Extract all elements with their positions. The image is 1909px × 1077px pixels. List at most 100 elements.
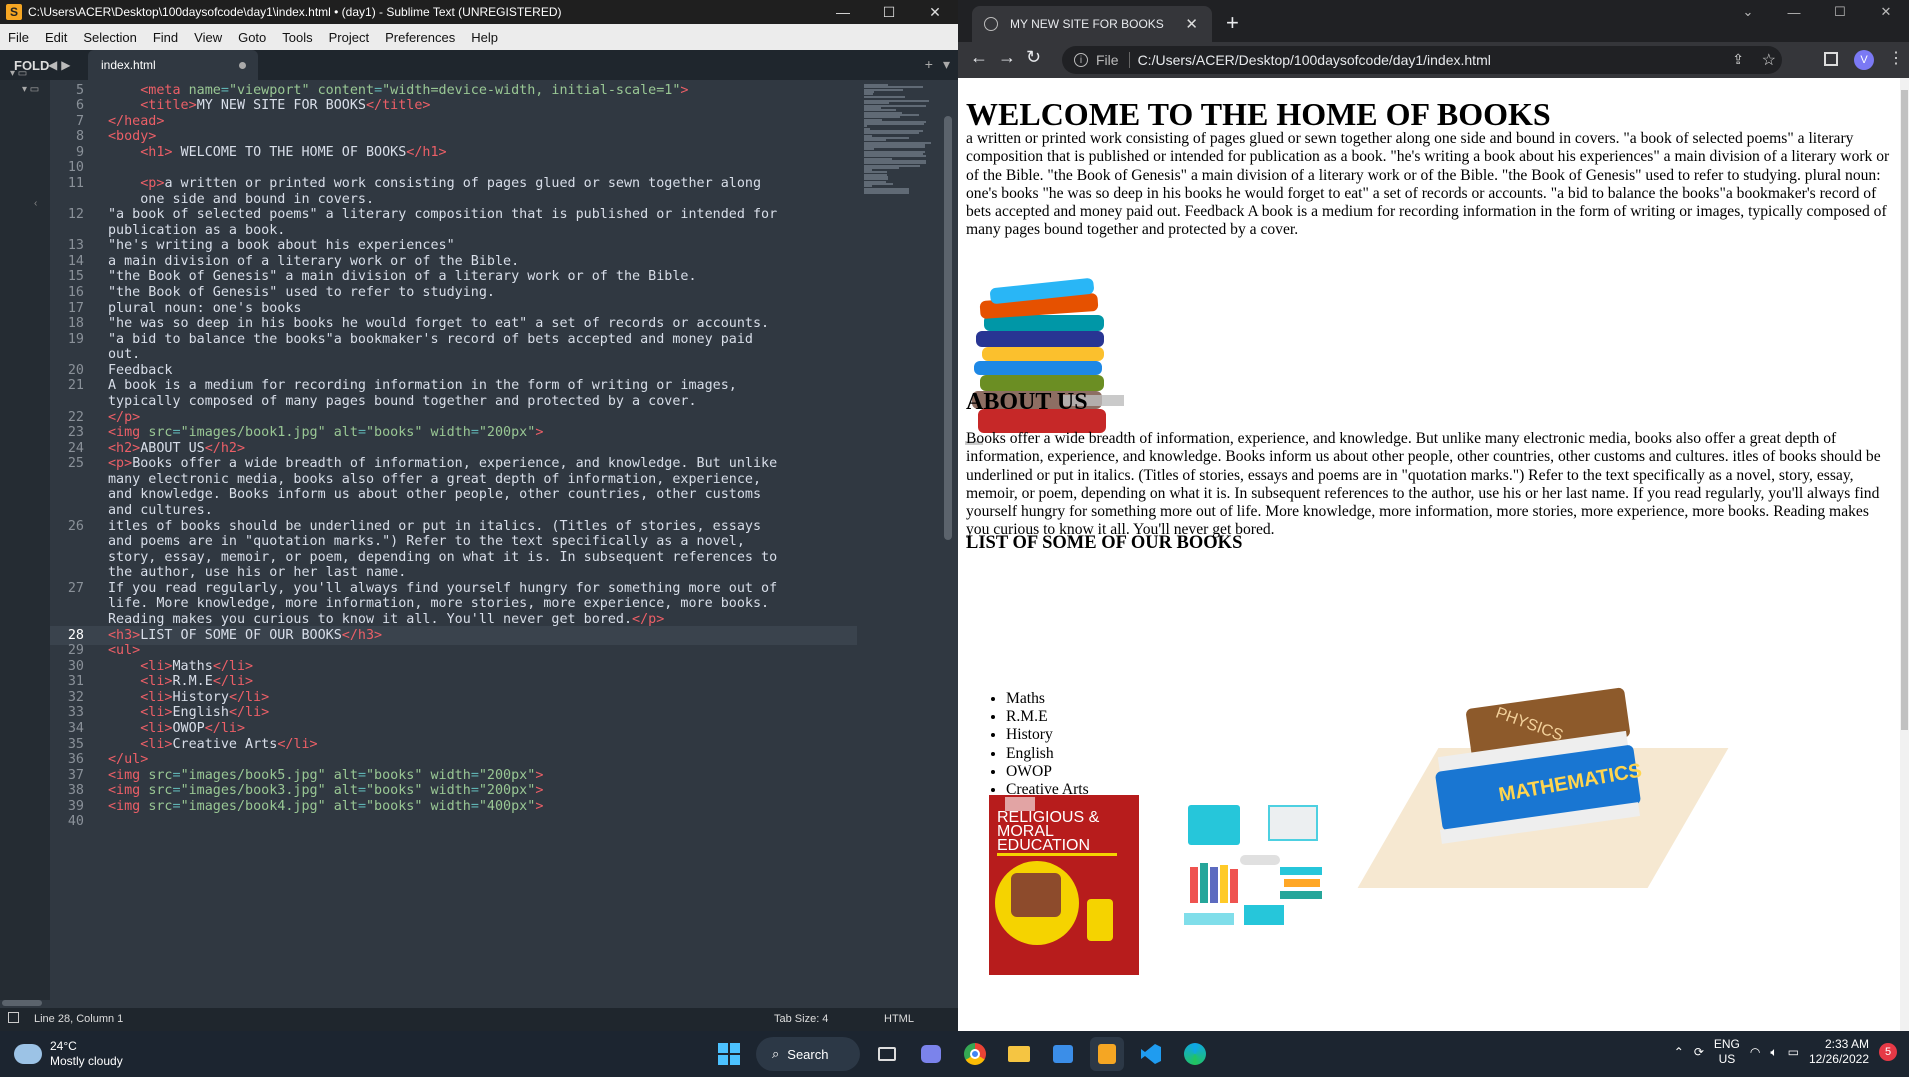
line-number: 40: [67, 814, 84, 830]
chrome-minimize-button[interactable]: —: [1771, 0, 1817, 24]
status-position: Line 28, Column 1: [34, 1013, 124, 1025]
status-syntax[interactable]: HTML: [884, 1013, 914, 1025]
maths-physics-books-image: PHYSICS MATHEMATICS: [1357, 687, 1758, 898]
close-button[interactable]: ✕: [912, 0, 958, 24]
chrome-window-controls: ⌄ — ☐ ✕: [1725, 0, 1909, 24]
code-text[interactable]: <h3>LIST OF SOME OF OUR BOOKS</h3>: [108, 626, 382, 645]
tab-label: index.html: [101, 58, 156, 72]
unsaved-dot-icon[interactable]: [239, 62, 246, 69]
tab-search-chevron-icon[interactable]: ⌄: [1725, 0, 1771, 24]
page-scrollbar[interactable]: [1900, 78, 1909, 1031]
taskbar-search[interactable]: ⌕ Search: [756, 1037, 860, 1071]
menu-project[interactable]: Project: [321, 30, 377, 45]
system-tray: ⌃ ⟳ ENG US ◠ 🔈︎ ▭ 2:33 AM 12/26/2022 5: [1674, 1037, 1897, 1067]
minimap[interactable]: [862, 84, 942, 204]
bookmark-star-icon[interactable]: ☆: [1762, 50, 1776, 70]
line-number: 25: [67, 456, 84, 472]
side-panel-icon[interactable]: [1824, 52, 1838, 66]
menu-selection[interactable]: Selection: [75, 30, 144, 45]
editor-vertical-scrollbar[interactable]: [944, 116, 952, 540]
browser-tab[interactable]: MY NEW SITE FOR BOOKS ✕: [972, 6, 1212, 42]
reload-icon[interactable]: ↻: [1026, 47, 1041, 68]
volume-icon[interactable]: 🔈︎: [1770, 1045, 1777, 1060]
minimap-line: [864, 123, 924, 126]
menu-file[interactable]: File: [0, 30, 37, 45]
status-tab-size[interactable]: Tab Size: 4: [774, 1013, 828, 1025]
chrome-toolbar: ← → ↻ i File C:/Users/ACER/Desktop/100da…: [958, 42, 1909, 78]
new-tab-button[interactable]: +: [1226, 10, 1239, 36]
tab-prev-icon[interactable]: ◀: [48, 58, 57, 72]
code-text[interactable]: typically composed of many pages bound t…: [108, 392, 697, 411]
notification-badge[interactable]: 5: [1879, 1043, 1897, 1061]
editor-horizontal-scrollbar[interactable]: [2, 1000, 42, 1006]
start-windows-icon[interactable]: [712, 1037, 746, 1071]
about-heading: ABOUT US: [966, 389, 1088, 415]
line-number: 11: [67, 175, 84, 191]
minimap-line: [864, 132, 919, 135]
chrome-restore-button[interactable]: ☐: [1817, 0, 1863, 24]
folder-open-icon[interactable]: ▾ ▭: [10, 68, 27, 79]
list-item: R.M.E: [1006, 708, 1089, 726]
taskbar-apps: ⌕ Search: [712, 1037, 1212, 1071]
chrome-icon[interactable]: [958, 1037, 992, 1071]
menu-tools[interactable]: Tools: [274, 30, 320, 45]
sublime-statusbar: Line 28, Column 1 Tab Size: 4 HTML: [0, 1008, 958, 1031]
line-number: 12: [67, 207, 84, 223]
panel-toggle-icon[interactable]: [8, 1012, 19, 1023]
weather-widget[interactable]: 24°C Mostly cloudy: [14, 1039, 123, 1069]
tab-close-icon[interactable]: ✕: [1185, 15, 1198, 33]
more-menu-icon[interactable]: ⋮: [1888, 48, 1904, 68]
code-text[interactable]: <h1> WELCOME TO THE HOME OF BOOKS</h1>: [108, 143, 446, 162]
code-text[interactable]: <img src="images/book4.jpg" alt="books" …: [108, 797, 543, 816]
maximize-button[interactable]: ☐: [866, 0, 912, 24]
sidebar-collapse-icon[interactable]: ‹: [34, 198, 37, 209]
address-bar[interactable]: i File C:/Users/ACER/Desktop/100daysofco…: [1062, 46, 1782, 74]
books-list: Maths R.M.E History English OWOP Creativ…: [1006, 690, 1089, 799]
list-item: OWOP: [1006, 763, 1089, 781]
edge-icon[interactable]: [1178, 1037, 1212, 1071]
forward-arrow-icon[interactable]: →: [998, 47, 1016, 68]
sublime-window: S C:\Users\ACER\Desktop\100daysofcode\da…: [0, 0, 958, 1031]
clock[interactable]: 2:33 AM 12/26/2022: [1809, 1037, 1869, 1067]
battery-icon[interactable]: ▭: [1788, 1045, 1799, 1059]
file-explorer-icon[interactable]: [1002, 1037, 1036, 1071]
line-number: 26: [67, 518, 84, 534]
line-number: 21: [67, 378, 84, 394]
site-info-icon[interactable]: i: [1074, 53, 1088, 67]
subfolder-icon[interactable]: ▾ ▭: [22, 84, 39, 95]
about-paragraph: Books offer a wide breadth of informatio…: [966, 430, 1881, 539]
menu-goto[interactable]: Goto: [230, 30, 274, 45]
sublime-sidebar: ▾ ▭ ▾ ▭ ‹: [0, 68, 50, 1000]
tray-overflow-chevron-icon[interactable]: ⌃: [1674, 1045, 1684, 1059]
menu-edit[interactable]: Edit: [37, 30, 75, 45]
tab-next-icon[interactable]: ▶: [61, 58, 70, 72]
sublime-text-icon[interactable]: [1090, 1037, 1124, 1071]
intro-paragraph: a written or printed work consisting of …: [966, 130, 1890, 239]
tab-list-chevron-icon[interactable]: ▾: [943, 56, 950, 73]
code-editor[interactable]: 4 <meta charset="utf-8">5 <meta name="vi…: [50, 80, 857, 1002]
new-tab-plus-icon[interactable]: +: [925, 56, 933, 73]
menu-preferences[interactable]: Preferences: [377, 30, 463, 45]
tab-nav-arrows[interactable]: ◀ ▶: [48, 58, 84, 72]
microsoft-store-icon[interactable]: [1046, 1037, 1080, 1071]
profile-avatar[interactable]: V: [1854, 50, 1874, 70]
language-code: ENG: [1713, 1037, 1740, 1051]
menu-help[interactable]: Help: [463, 30, 506, 45]
code-text[interactable]: "a bid to balance the books"a bookmaker'…: [108, 330, 753, 349]
chrome-close-button[interactable]: ✕: [1863, 0, 1909, 24]
menu-view[interactable]: View: [186, 30, 230, 45]
address-url[interactable]: C:/Users/ACER/Desktop/100daysofcode/day1…: [1138, 52, 1491, 68]
menu-find[interactable]: Find: [145, 30, 186, 45]
keyboard-region: US: [1718, 1052, 1736, 1066]
wifi-icon[interactable]: ◠: [1750, 1045, 1760, 1059]
vscode-icon[interactable]: [1134, 1037, 1168, 1071]
sync-icon[interactable]: ⟳: [1694, 1045, 1704, 1059]
share-icon[interactable]: ⇪: [1732, 51, 1744, 68]
back-arrow-icon[interactable]: ←: [970, 47, 988, 68]
page-scrollbar-thumb[interactable]: [1901, 90, 1908, 730]
tab-index-html[interactable]: index.html: [88, 50, 258, 80]
minimize-button[interactable]: —: [820, 0, 866, 24]
task-view-icon[interactable]: [870, 1037, 904, 1071]
teams-chat-icon[interactable]: [914, 1037, 948, 1071]
language-indicator[interactable]: ENG US: [1714, 1037, 1740, 1067]
